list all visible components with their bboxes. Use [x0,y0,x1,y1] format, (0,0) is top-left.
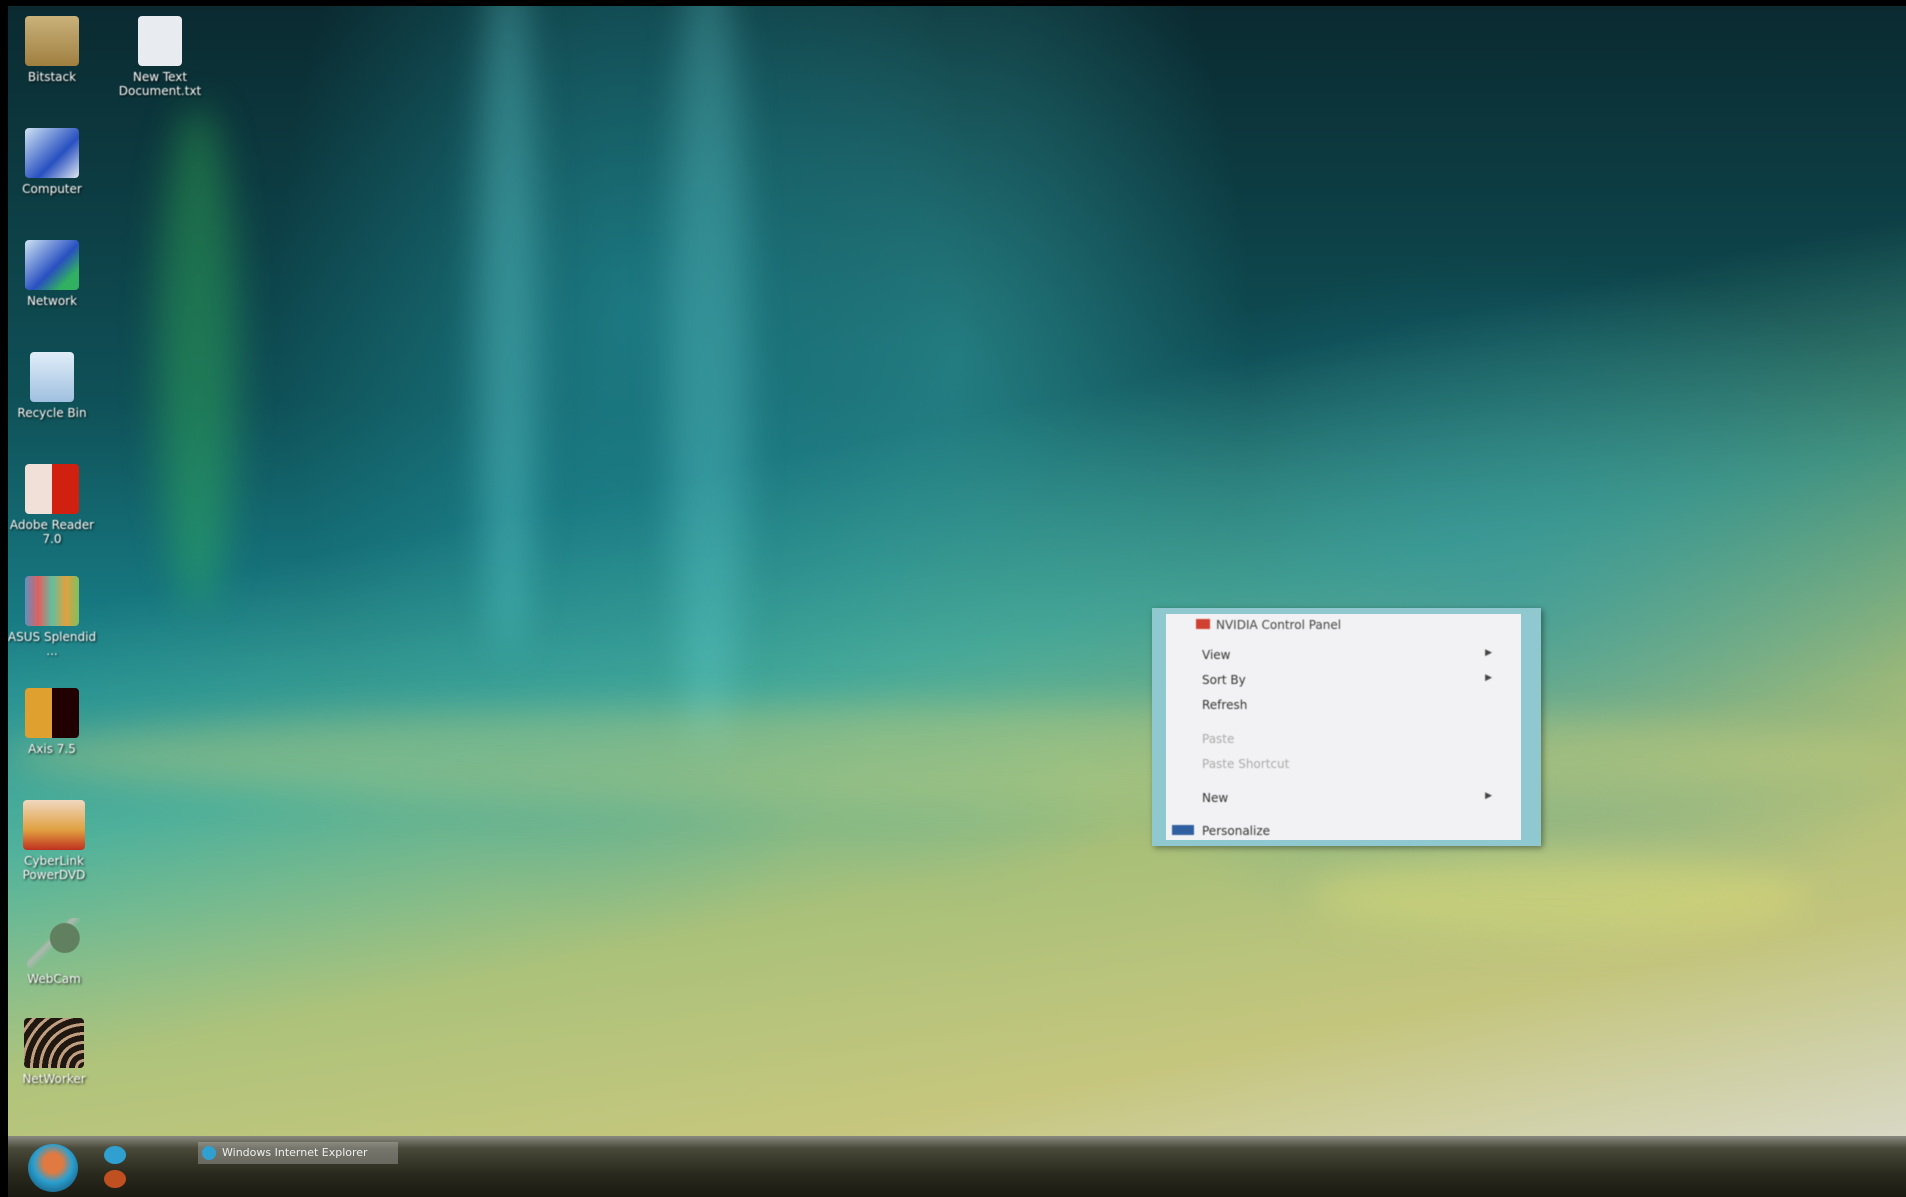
desktop-icon-recycle-bin[interactable]: Recycle Bin [8,352,102,420]
computer-icon [25,128,79,178]
submenu-arrow-icon: ▶ [1485,648,1492,658]
app-icon [25,688,79,738]
internet-explorer-icon[interactable] [104,1146,126,1164]
submenu-arrow-icon: ▶ [1485,673,1492,683]
recycle-bin-icon [30,352,74,402]
menu-item-new[interactable]: New ▶ [1202,791,1502,805]
desktop-icon-new-text-document[interactable]: New Text Document.txt [110,16,210,98]
text-file-icon [138,16,182,66]
menu-item-sort-by[interactable]: Sort By ▶ [1202,673,1502,687]
desktop-icon-axis[interactable]: Axis 7.5 [8,688,102,756]
desktop-icon-webcam[interactable]: WebCam [8,918,104,986]
desktop-icon-adobe-reader[interactable]: Adobe Reader 7.0 [8,464,102,546]
network-icon [25,240,79,290]
desktop-icon-computer[interactable]: Computer [8,128,102,196]
desktop-icon-bitstack[interactable]: Bitstack [8,16,102,84]
webcam-icon [27,918,81,968]
internet-explorer-icon [202,1146,216,1160]
desktop-icon-asus-splendid[interactable]: ASUS Splendid ... [8,576,102,658]
desktop-icon-network[interactable]: Network [8,240,102,308]
folder-icon [25,16,79,66]
menu-item-refresh[interactable]: Refresh [1202,698,1247,712]
submenu-arrow-icon: ▶ [1485,791,1492,801]
nvidia-icon [1196,619,1210,629]
desktop-context-menu: NVIDIA Control Panel View ▶ Sort By ▶ Refr… [1152,608,1541,846]
menu-item-paste: Paste [1202,732,1235,746]
adobe-reader-icon [25,464,79,514]
media-player-icon[interactable] [104,1170,126,1188]
taskbar-item-internet-explorer[interactable]: Windows Internet Explorer [198,1142,398,1164]
powerdvd-icon [23,800,85,850]
menu-item-personalize[interactable]: Personalize [1172,824,1270,838]
asus-splendid-icon [25,576,79,626]
desktop[interactable]: Bitstack New Text Document.txt Computer … [8,6,1906,1138]
app-icon [24,1018,84,1068]
menu-item-view[interactable]: View ▶ [1202,648,1502,662]
start-button[interactable] [28,1144,78,1192]
menu-item-paste-shortcut: Paste Shortcut [1202,757,1290,771]
desktop-icon-networker[interactable]: NetWorker [8,1018,104,1086]
personalize-icon [1172,825,1194,835]
desktop-icon-powerdvd[interactable]: CyberLink PowerDVD [8,800,104,882]
menu-item-nvidia-control-panel[interactable]: NVIDIA Control Panel [1196,618,1341,632]
taskbar: Windows Internet Explorer [8,1136,1906,1197]
